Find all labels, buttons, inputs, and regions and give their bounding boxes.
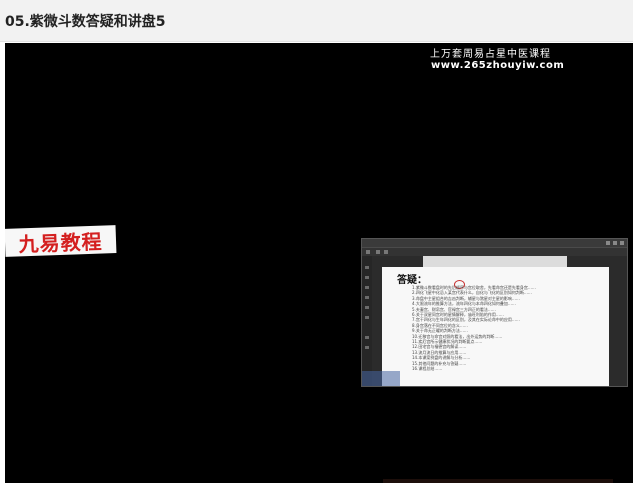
sidebar-tool-icon <box>365 306 369 309</box>
document-line: 16.课程总结…… <box>412 366 443 372</box>
brand-logo: 九易教程 <box>5 225 117 257</box>
sidebar-tool-icon <box>365 276 369 279</box>
viewer-toolbar <box>362 248 627 256</box>
minimize-icon <box>606 241 610 245</box>
page-title: 05.紫微斗数答疑和讲盘5 <box>5 14 166 30</box>
page-header: 05.紫微斗数答疑和讲盘5 <box>0 0 633 42</box>
brand-logo-text: 九易教程 <box>18 229 103 256</box>
document-heading: 答疑： <box>397 275 427 286</box>
viewer-sidebar <box>362 256 372 386</box>
sidebar-tool-icon <box>365 336 369 339</box>
watermark-url: www.265zhouyiw.com <box>431 60 565 71</box>
document-viewer-window: 答疑： 1.紫微斗数看盘时的先后顺序与宫位取舍，先看命宫还是先看身宫…… 2.四化… <box>361 238 628 387</box>
close-icon <box>620 241 624 245</box>
sidebar-tool-icon <box>365 296 369 299</box>
sidebar-tool-icon <box>365 286 369 289</box>
window-controls <box>606 241 624 245</box>
subtitle-edge <box>383 479 613 483</box>
sidebar-tool-icon <box>365 346 369 349</box>
toolbar-icon <box>366 250 370 254</box>
document-body: 1.紫微斗数看盘时的先后顺序与宫位取舍，先看命宫还是先看身宫…… 2.四化飞星中化… <box>412 285 602 372</box>
maximize-icon <box>613 241 617 245</box>
viewer-titlebar <box>362 239 627 248</box>
taskbar-overlay <box>362 371 400 386</box>
video-player[interactable]: 上万套周易占星中医课程 www.265zhouyiw.com 九易教程 答疑： … <box>5 43 633 483</box>
toolbar-icon <box>376 250 380 254</box>
document-page: 答疑： 1.紫微斗数看盘时的先后顺序与宫位取舍，先看命宫还是先看身宫…… 2.四化… <box>382 267 609 386</box>
watermark-text: 上万套周易占星中医课程 <box>430 49 551 60</box>
sidebar-tool-icon <box>365 266 369 269</box>
toolbar-icon <box>384 250 388 254</box>
previous-page-edge <box>423 256 567 267</box>
sidebar-tool-icon <box>365 316 369 319</box>
